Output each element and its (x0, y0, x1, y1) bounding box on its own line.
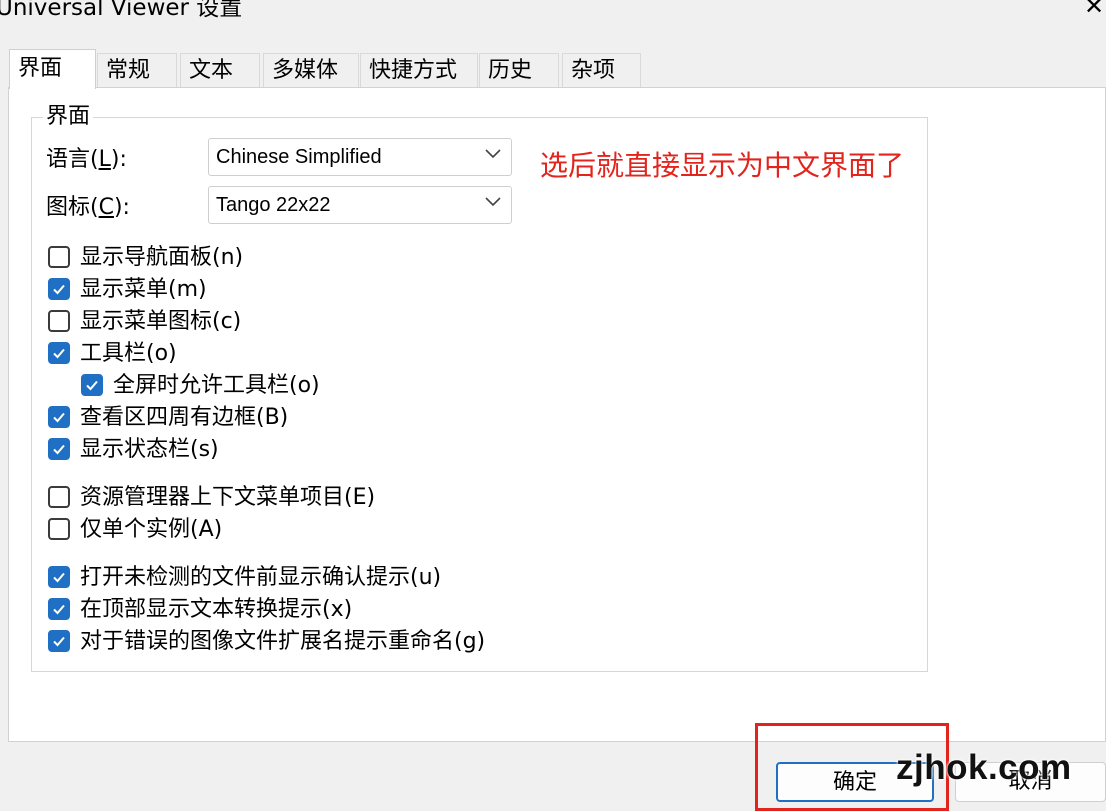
tab-interface[interactable]: 界面 (9, 49, 96, 89)
tab-text[interactable]: 文本 (180, 53, 260, 87)
checkbox-box[interactable] (48, 486, 70, 508)
tab-general[interactable]: 常规 (97, 53, 177, 87)
title-bar: Universal Viewer 设置 ✕ (0, 0, 1106, 28)
language-select[interactable]: Chinese Simplified (208, 138, 512, 176)
checkbox-box[interactable] (48, 310, 70, 332)
checkbox-box[interactable] (48, 406, 70, 428)
tab-history[interactable]: 历史 (479, 53, 559, 87)
tab-shortcuts[interactable]: 快捷方式 (360, 53, 478, 87)
checkmark-icon (53, 284, 65, 295)
checkbox-box[interactable] (48, 246, 70, 268)
checkmark-icon (53, 444, 65, 455)
checkbox-box[interactable] (48, 518, 70, 540)
ok-button[interactable]: 确定 (776, 762, 934, 802)
checkmark-icon (86, 380, 98, 391)
icons-select[interactable]: Tango 22x22 (208, 186, 512, 224)
checkbox-box[interactable] (48, 566, 70, 588)
close-icon[interactable]: ✕ (1084, 0, 1104, 20)
icons-value: Tango 22x22 (216, 194, 331, 216)
checkbox-box[interactable] (48, 598, 70, 620)
window-title: Universal Viewer 设置 (0, 0, 243, 21)
language-label: 语言(L): (46, 147, 127, 172)
annotation-note: 选后就直接显示为中文界面了 (540, 149, 905, 182)
icons-label: 图标(C): (46, 195, 130, 220)
checkbox-box[interactable] (48, 438, 70, 460)
group-title: 界面 (43, 104, 94, 130)
language-value: Chinese Simplified (216, 146, 382, 168)
checkbox-box[interactable] (48, 630, 70, 652)
checkmark-icon (53, 636, 65, 647)
tab-multimedia[interactable]: 多媒体 (263, 53, 359, 87)
checkmark-icon (53, 348, 65, 359)
checkmark-icon (53, 604, 65, 615)
checkbox-box[interactable] (48, 342, 70, 364)
tab-misc[interactable]: 杂项 (562, 53, 641, 87)
checkbox-box[interactable] (81, 374, 103, 396)
cancel-button[interactable]: 取消 (955, 762, 1106, 802)
chevron-down-icon (485, 149, 501, 159)
chevron-down-icon (485, 197, 501, 207)
tab-panel: 界面 语言(L): Chinese Simplified 图标(C): Tang… (8, 87, 1106, 742)
checkmark-icon (53, 572, 65, 583)
checkbox-box[interactable] (48, 278, 70, 300)
interface-group: 界面 语言(L): Chinese Simplified 图标(C): Tang… (31, 104, 928, 672)
checkmark-icon (53, 412, 65, 423)
